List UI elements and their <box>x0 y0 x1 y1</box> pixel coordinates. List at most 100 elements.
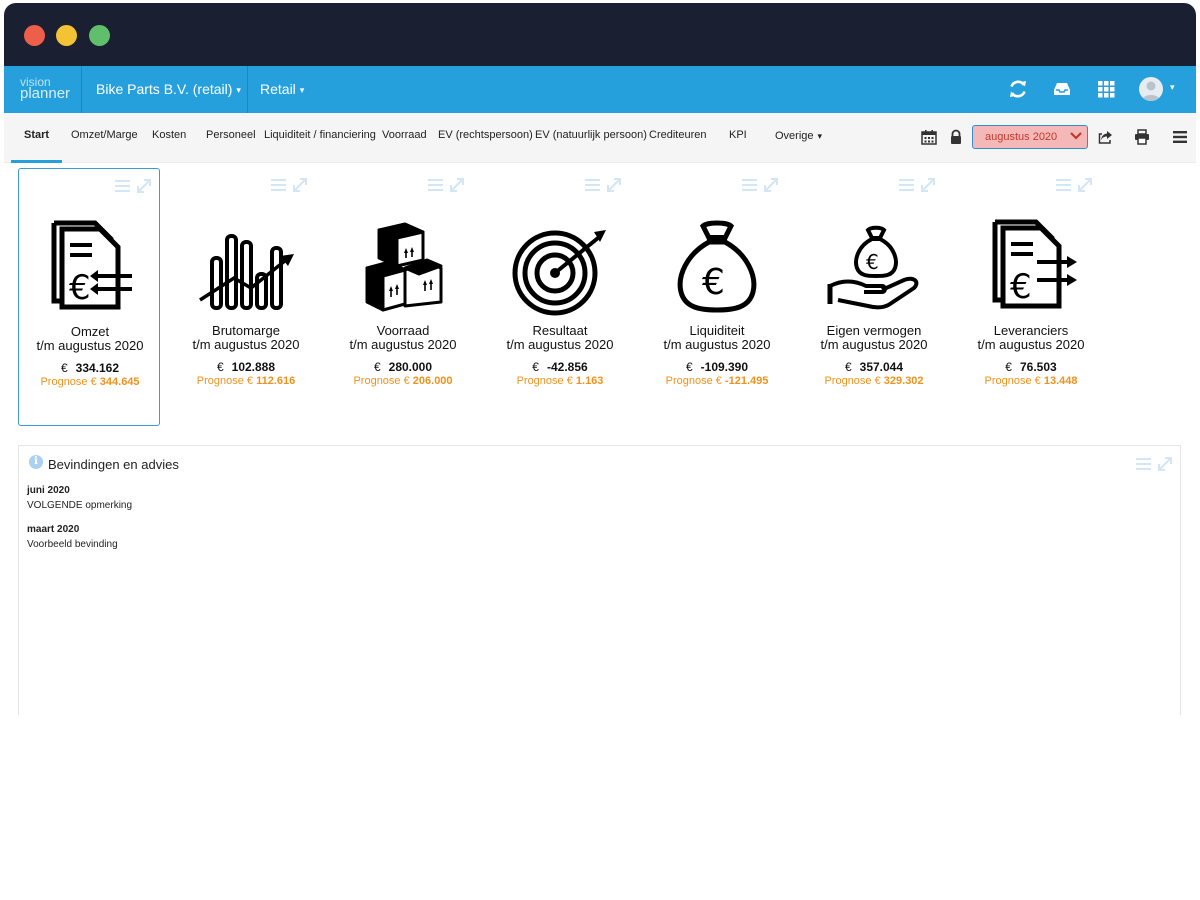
card-subtitle: t/m augustus 2020 <box>349 337 457 352</box>
card-prognose: Prognose € 329.302 <box>803 375 945 387</box>
module-name: Retail <box>260 81 296 97</box>
findings-title: Bevindingen en advies <box>48 457 179 472</box>
card-tools <box>428 178 464 192</box>
list-icon <box>115 180 130 192</box>
inbox-icon[interactable] <box>1051 78 1073 100</box>
share-icon[interactable] <box>1098 129 1114 145</box>
prognose-label: Prognose € <box>196 375 254 387</box>
prognose-amount: 344.645 <box>99 376 140 388</box>
list-icon <box>585 179 600 191</box>
finding-text: VOLGENDE opmerking <box>27 500 133 511</box>
card-eigen-vermogen[interactable]: € Eigen vermogen t/m augustus 2020 €357.… <box>803 168 945 426</box>
card-value-amount: 102.888 <box>231 360 276 374</box>
card-tools <box>1056 178 1092 192</box>
card-value: €280.000 <box>332 360 474 374</box>
caret-down-icon: ▾ <box>236 84 241 95</box>
finding-date: maart 2020 <box>27 524 80 535</box>
currency-symbol: € <box>844 360 852 374</box>
card-subtitle: t/m augustus 2020 <box>192 337 300 352</box>
logo-line-2: planner <box>20 85 71 102</box>
currency-symbol: € <box>1005 360 1012 374</box>
tab-kosten[interactable]: Kosten <box>152 129 186 141</box>
card-prognose: Prognose € 13.448 <box>960 375 1102 387</box>
prognose-amount: -121.495 <box>724 375 769 387</box>
caret-down-icon: ▾ <box>817 130 823 141</box>
window-titlebar <box>4 3 1196 66</box>
tab-omzet-marge[interactable]: Omzet/Marge <box>71 129 138 141</box>
tab-start[interactable]: Start <box>24 129 49 141</box>
company-name: Bike Parts B.V. (retail) <box>96 81 233 97</box>
card-resultaat[interactable]: Resultaat t/m augustus 2020 € -42.856 Pro… <box>489 168 631 426</box>
card-tools <box>115 179 151 193</box>
lock-icon[interactable] <box>948 129 964 145</box>
list-icon <box>271 179 286 191</box>
calendar-icon[interactable] <box>921 129 937 145</box>
bar-trend-icon <box>199 234 294 310</box>
card-title: Resultaat <box>532 323 588 338</box>
tab-kpi[interactable]: KPI <box>729 129 747 141</box>
maximize-window-button[interactable] <box>89 25 110 46</box>
tab-voorraad[interactable]: Voorraad <box>382 129 427 141</box>
card-value: € -109.390 <box>646 360 788 374</box>
user-silhouette-icon <box>1142 81 1160 101</box>
prognose-amount: 13.448 <box>1043 375 1078 387</box>
card-subtitle: t/m augustus 2020 <box>506 337 614 352</box>
panel-tools <box>1136 457 1172 471</box>
card-leveranciers[interactable]: € Leveranciers t/m augustus 2020 €76.503… <box>960 168 1102 426</box>
caret-down-icon: ▾ <box>1170 82 1175 92</box>
currency-symbol: € <box>216 360 224 374</box>
currency-symbol: € <box>532 360 539 374</box>
card-voorraad[interactable]: Voorraad t/m augustus 2020 €280.000 Prog… <box>332 168 474 426</box>
list-icon <box>1136 458 1151 470</box>
card-value: €357.044 <box>803 360 945 374</box>
module-selector[interactable]: Retail ▾ <box>260 81 304 97</box>
expand-icon <box>607 178 621 192</box>
period-select[interactable]: augustus 2020 <box>972 125 1088 149</box>
supplier-document-icon: € <box>992 219 1077 309</box>
header-divider <box>247 66 248 113</box>
card-omzet[interactable]: € Omzet t/m augustus 2020 €334.162 Progn… <box>18 168 160 426</box>
refresh-icon[interactable] <box>1007 78 1029 100</box>
card-liquiditeit[interactable]: € Liquiditeit t/m augustus 2020 € -109.39… <box>646 168 788 426</box>
card-value-amount: 76.503 <box>1019 360 1057 374</box>
card-brutomarge[interactable]: Brutomarge t/m augustus 2020 €102.888 Pr… <box>175 168 317 426</box>
minimize-window-button[interactable] <box>56 25 77 46</box>
card-value-amount: -109.390 <box>700 360 749 374</box>
menu-icon[interactable] <box>1172 129 1188 145</box>
prognose-label: Prognose € <box>353 375 410 387</box>
prognose-label: Prognose € <box>516 375 573 387</box>
app-logo[interactable]: vision planner <box>20 75 71 102</box>
logo-line-1: vision <box>20 75 51 89</box>
tab-ev-natuurlijk-persoon[interactable]: EV (natuurlijk persoon) <box>535 129 647 141</box>
expand-icon <box>137 179 151 193</box>
card-subtitle: t/m augustus 2020 <box>663 337 771 352</box>
target-icon <box>512 230 606 316</box>
money-bag-icon: € <box>677 220 757 313</box>
close-window-button[interactable] <box>24 25 45 46</box>
card-subtitle: t/m augustus 2020 <box>977 337 1085 352</box>
revenue-document-icon: € <box>51 220 132 310</box>
expand-icon <box>1158 457 1172 471</box>
tab-personeel[interactable]: Personeel <box>206 129 256 141</box>
svg-text:€: € <box>1010 267 1032 307</box>
tab-overige[interactable]: Overige ▾ <box>775 130 822 142</box>
list-icon <box>899 179 914 191</box>
company-selector[interactable]: Bike Parts B.V. (retail) ▾ <box>96 81 241 97</box>
card-title: Brutomarge <box>212 323 280 338</box>
finding-entry: juni 2020 VOLGENDE opmerking <box>27 483 132 513</box>
finding-entry: maart 2020 Voorbeeld bevinding <box>27 522 118 552</box>
card-tools <box>899 178 935 192</box>
info-icon: i <box>29 455 43 469</box>
tab-crediteuren[interactable]: Crediteuren <box>649 129 706 141</box>
card-value: € -42.856 <box>489 360 631 374</box>
card-tools <box>585 178 621 192</box>
card-title: Eigen vermogen <box>826 323 922 338</box>
print-icon[interactable] <box>1134 129 1150 145</box>
apps-grid-icon[interactable] <box>1095 78 1117 100</box>
tab-ev-rechtspersoon[interactable]: EV (rechtspersoon) <box>438 129 533 141</box>
card-tools <box>742 178 778 192</box>
user-avatar-icon[interactable] <box>1139 77 1163 101</box>
tab-liquiditeit[interactable]: Liquiditeit / financiering <box>264 129 376 141</box>
card-value: €334.162 <box>19 361 161 375</box>
boxes-icon <box>365 222 443 312</box>
